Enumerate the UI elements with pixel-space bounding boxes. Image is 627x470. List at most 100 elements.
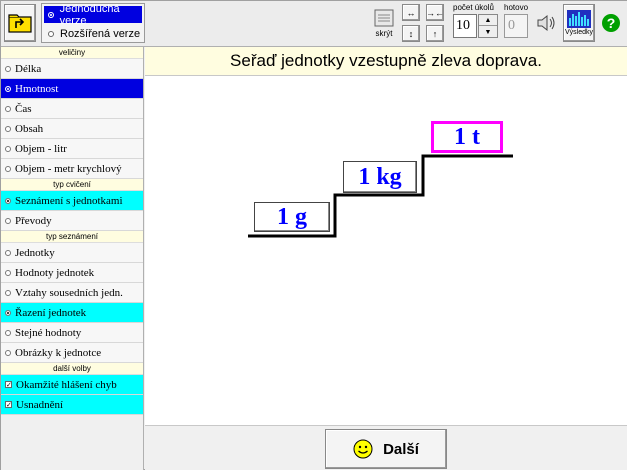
speaker-icon xyxy=(537,14,555,32)
hide-label: skrýt xyxy=(375,28,393,38)
hide-icon xyxy=(374,9,394,26)
exercise-option[interactable]: Převody xyxy=(1,211,143,231)
radio-icon xyxy=(5,217,11,224)
intro-option-label: Jednotky xyxy=(15,246,55,259)
quantities-option-label: Délka xyxy=(15,62,42,75)
radio-icon xyxy=(5,309,11,316)
intro-option-label: Obrázky k jednotce xyxy=(15,346,102,359)
intro-option[interactable]: Vztahy sousedních jedn. xyxy=(1,283,143,303)
quantities-list: Délka Hmotnost Čas Obsah Objem - litr Objem -… xyxy=(1,59,143,179)
radio-icon xyxy=(5,289,11,296)
intro-option-label: Stejné hodnoty xyxy=(15,326,82,339)
help-button[interactable]: ? xyxy=(598,4,624,42)
unit-card-gram[interactable]: 1 g xyxy=(254,202,330,232)
quantities-option-label: Objem - metr krychlový xyxy=(15,162,122,175)
checkbox-icon: ✓ xyxy=(5,381,12,389)
sidebar: veličiny Délka Hmotnost Čas Obsah Objem - li… xyxy=(1,47,144,470)
expand-width-button[interactable]: →← xyxy=(426,4,444,21)
intro-option[interactable]: Jednotky xyxy=(1,243,143,263)
radio-icon xyxy=(5,329,11,336)
instruction-text: Seřaď jednotky vzestupně zleva doprava. xyxy=(145,47,627,76)
arrows-vertical-in-icon: ↑ xyxy=(432,28,438,39)
quantities-option-label: Čas xyxy=(15,102,32,115)
radio-icon xyxy=(5,269,11,276)
radio-icon xyxy=(5,349,11,356)
folder-up-icon xyxy=(8,14,32,33)
arrows-horizontal-out-icon: ↔ xyxy=(406,7,416,18)
quantities-header: veličiny xyxy=(1,47,143,59)
more-options-header: další volby xyxy=(1,363,143,375)
unit-card-ton[interactable]: 1 t xyxy=(431,121,503,153)
quantities-option[interactable]: Objem - metr krychlový xyxy=(1,159,143,179)
svg-text:?: ? xyxy=(607,15,616,31)
quantities-option[interactable]: Čas xyxy=(1,99,143,119)
done-label: hotovo xyxy=(504,3,529,12)
exercise-option-label: Převody xyxy=(15,214,52,227)
expand-height-button[interactable]: ↑ xyxy=(426,25,444,42)
quantities-option[interactable]: Délka xyxy=(1,59,143,79)
quantities-option[interactable]: Obsah xyxy=(1,119,143,139)
radio-icon xyxy=(5,145,11,152)
radio-icon xyxy=(5,249,11,256)
more-option-label: Usnadnění xyxy=(16,398,64,411)
radio-icon xyxy=(48,11,54,18)
help-icon: ? xyxy=(602,14,620,32)
shrink-height-button[interactable]: ↕ xyxy=(402,25,420,42)
hide-button[interactable]: skrýt xyxy=(370,4,398,42)
version-extended-label: Rozšířená verze xyxy=(60,27,141,40)
exercise-option-label: Seznámení s jednotkami xyxy=(15,194,123,207)
version-extended-option[interactable]: Rozšířená verze xyxy=(44,25,142,42)
smiley-icon xyxy=(353,439,373,459)
more-option[interactable]: ✓ Okamžité hlášení chyb xyxy=(1,375,143,395)
exercise-type-header: typ cvičení xyxy=(1,179,143,191)
quantities-option[interactable]: Hmotnost xyxy=(1,79,143,99)
task-count-spinner[interactable]: ▲ ▼ xyxy=(478,14,498,38)
exercise-option[interactable]: Seznámení s jednotkami xyxy=(1,191,143,211)
intro-type-header: typ seznámení xyxy=(1,231,143,243)
intro-option[interactable]: Řazení jednotek xyxy=(1,303,143,323)
radio-icon xyxy=(5,125,11,132)
results-button[interactable]: Výsledky xyxy=(563,4,595,42)
results-label: Výsledky xyxy=(564,29,593,36)
sound-button[interactable] xyxy=(533,4,561,42)
quantities-option-label: Hmotnost xyxy=(15,82,59,95)
task-count-input[interactable]: 10 xyxy=(453,14,477,38)
intro-option[interactable]: Stejné hodnoty xyxy=(1,323,143,343)
intro-option[interactable]: Hodnoty jednotek xyxy=(1,263,143,283)
stairs-graphic xyxy=(248,154,513,238)
intro-option[interactable]: Obrázky k jednotce xyxy=(1,343,143,363)
bottom-bar: Další xyxy=(145,425,627,470)
radio-icon xyxy=(5,65,11,72)
radio-icon xyxy=(5,197,11,204)
intro-option-label: Vztahy sousedních jedn. xyxy=(15,286,123,299)
radio-icon xyxy=(5,165,11,172)
more-option[interactable]: ✓ Usnadnění xyxy=(1,395,143,415)
next-button[interactable]: Další xyxy=(325,429,447,469)
done-field: 0 xyxy=(504,14,528,38)
more-options-list: ✓ Okamžité hlášení chyb ✓ Usnadnění xyxy=(1,375,143,415)
version-simple-label: Jednoduchá verze xyxy=(59,2,120,27)
more-option-label: Okamžité hlášení chyb xyxy=(16,378,117,391)
arrows-horizontal-in-icon: →← xyxy=(426,7,444,18)
folder-up-button[interactable] xyxy=(4,4,36,42)
unit-card-kilogram[interactable]: 1 kg xyxy=(343,161,417,193)
version-selector: Jednoduchá verze Rozšířená verze xyxy=(41,3,145,43)
intro-option-label: Hodnoty jednotek xyxy=(15,266,95,279)
version-simple-option[interactable]: Jednoduchá verze xyxy=(44,3,142,27)
spin-down-icon[interactable]: ▼ xyxy=(479,26,497,37)
quantities-option[interactable]: Objem - litr xyxy=(1,139,143,159)
intro-option-label: Řazení jednotek xyxy=(15,306,87,319)
radio-icon xyxy=(5,105,11,112)
checkbox-icon: ✓ xyxy=(5,401,12,409)
task-count-label: počet úkolů xyxy=(453,3,494,12)
results-chart-icon xyxy=(567,10,591,28)
quantities-option-label: Obsah xyxy=(15,122,44,135)
arrows-vertical-out-icon: ↕ xyxy=(408,28,414,39)
app-window: Jednoduchá verze Rozšířená verze skrýt ↔… xyxy=(0,0,627,470)
spin-up-icon[interactable]: ▲ xyxy=(479,15,497,26)
shrink-width-button[interactable]: ↔ xyxy=(402,4,420,21)
main-area: Seřaď jednotky vzestupně zleva doprava. … xyxy=(145,47,627,470)
exercise-type-list: Seznámení s jednotkami Převody xyxy=(1,191,143,231)
next-label: Další xyxy=(383,440,419,458)
radio-icon xyxy=(5,85,11,92)
